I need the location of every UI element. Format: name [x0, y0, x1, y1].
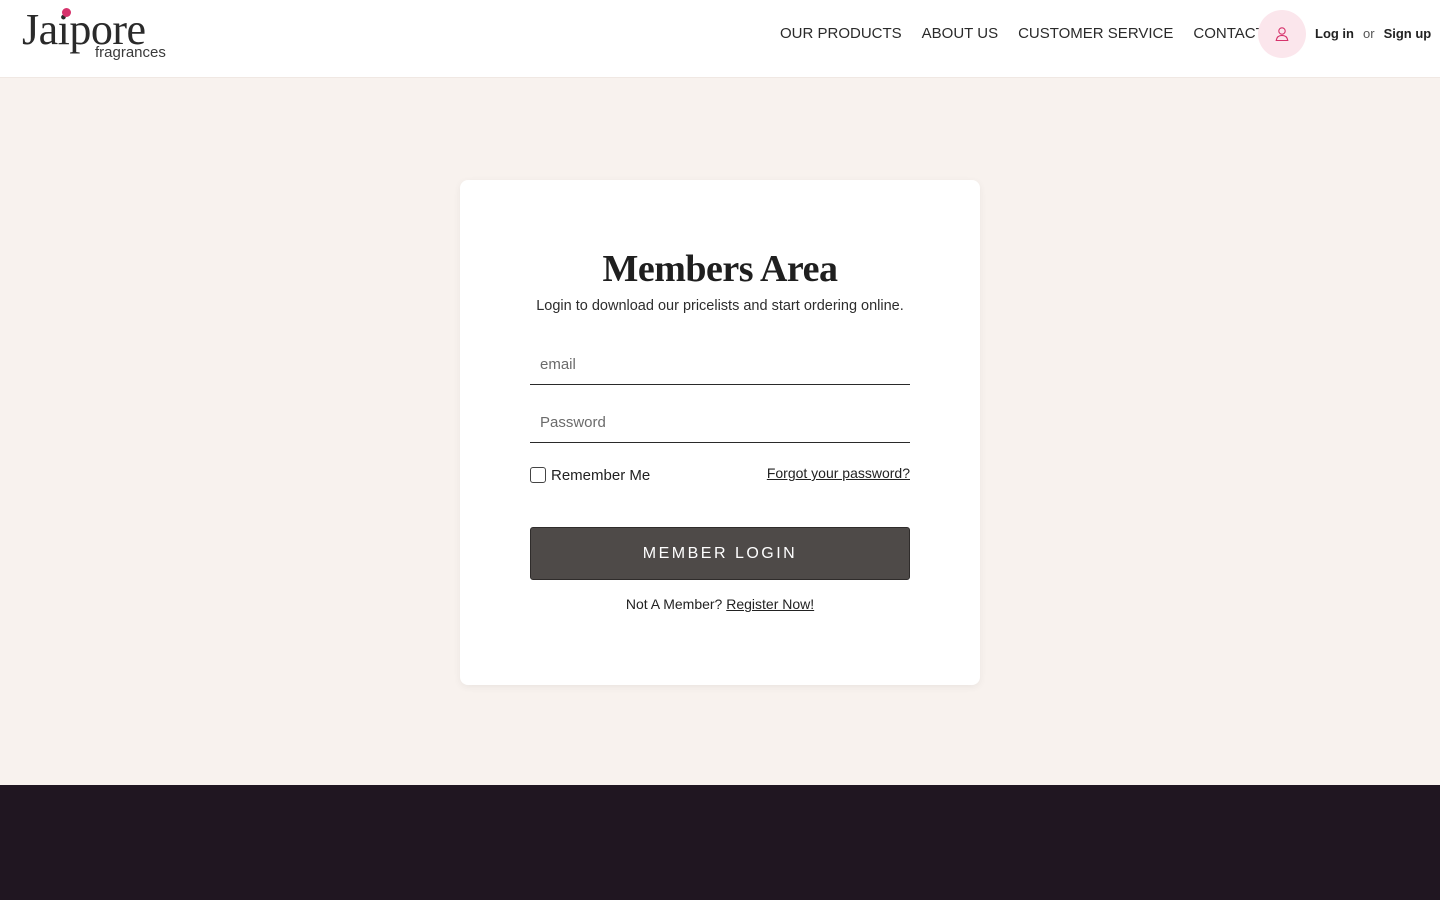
- page-subtitle: Login to download our pricelists and sta…: [536, 298, 904, 314]
- login-link[interactable]: Log in: [1315, 22, 1354, 46]
- login-card: Members Area Login to download our price…: [460, 180, 980, 685]
- password-field[interactable]: [530, 403, 910, 443]
- remember-me[interactable]: Remember Me: [530, 465, 650, 485]
- register-link[interactable]: Register Now!: [726, 596, 814, 612]
- logo-tagline: fragrances: [95, 44, 166, 61]
- member-login-button[interactable]: MEMBER LOGIN: [530, 527, 910, 580]
- remember-me-checkbox[interactable]: [530, 467, 546, 483]
- user-icon: [1275, 27, 1289, 42]
- register-prompt: Not A Member? Register Now!: [460, 594, 980, 614]
- site-footer: [0, 785, 1440, 900]
- site-logo[interactable]: Jaipore fragrances: [22, 4, 182, 68]
- site-header: Jaipore fragrances OUR PRODUCTS ABOUT US…: [0, 0, 1440, 78]
- main-nav: OUR PRODUCTS ABOUT US CUSTOMER SERVICE C…: [770, 22, 1300, 46]
- logo-accent-dot: [62, 8, 71, 17]
- page-title: Members Area: [602, 248, 838, 290]
- nav-about-us[interactable]: ABOUT US: [912, 22, 1008, 46]
- auth-separator: or: [1363, 26, 1375, 41]
- not-member-text: Not A Member?: [625, 596, 723, 612]
- account-avatar-button[interactable]: [1258, 10, 1306, 58]
- forgot-password-link[interactable]: Forgot your password?: [760, 463, 910, 483]
- nav-customer-service[interactable]: CUSTOMER SERVICE: [1008, 22, 1183, 46]
- nav-our-products[interactable]: OUR PRODUCTS: [770, 22, 912, 46]
- signup-link[interactable]: Sign up: [1384, 22, 1432, 46]
- remember-me-label: Remember Me: [551, 466, 651, 484]
- auth-links: Log in or Sign up: [1315, 22, 1431, 46]
- email-field[interactable]: [530, 345, 910, 385]
